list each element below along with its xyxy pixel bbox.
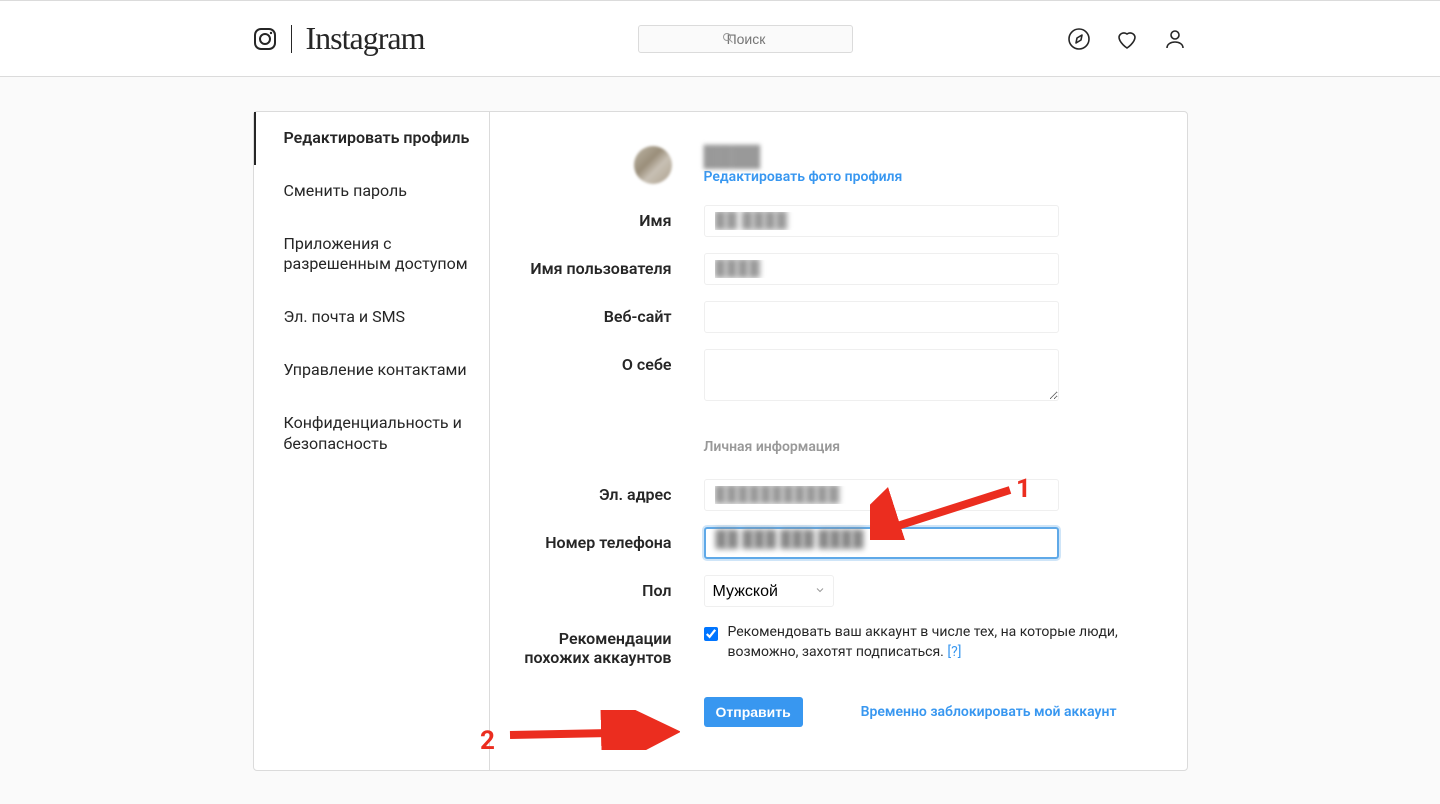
website-input[interactable] [704, 301, 1059, 333]
annotation-number-2: 2 [480, 726, 495, 756]
annotation-number-1: 1 [1016, 474, 1031, 504]
settings-content: ████ Редактировать фото профиля Имя Имя … [490, 112, 1187, 770]
brand[interactable]: Instagram [253, 20, 425, 57]
label-bio: О себе [510, 349, 704, 405]
recommend-help-link[interactable]: [?] [947, 644, 961, 660]
sidebar-item-authorized-apps[interactable]: Приложения с разрешенным доступом [254, 218, 489, 292]
search [638, 25, 853, 53]
submit-button[interactable]: Отправить [704, 697, 803, 727]
profile-icon[interactable] [1163, 27, 1187, 51]
brand-divider [291, 25, 292, 53]
username-input[interactable] [704, 253, 1059, 285]
username-display: ████ [704, 144, 903, 169]
label-gender: Пол [510, 575, 704, 607]
sidebar-item-manage-contacts[interactable]: Управление контактами [254, 344, 489, 397]
phone-input[interactable]: ██ ███ ███ ████ [704, 527, 1059, 559]
sidebar-item-edit-profile[interactable]: Редактировать профиль [254, 112, 489, 165]
instagram-wordmark: Instagram [306, 20, 425, 57]
settings-card: Редактировать профиль Сменить пароль При… [253, 111, 1188, 771]
avatar[interactable] [634, 146, 672, 184]
section-personal-info: Личная информация [704, 439, 1167, 455]
explore-icon[interactable] [1067, 27, 1091, 51]
search-input[interactable] [638, 25, 853, 53]
email-input[interactable] [704, 479, 1059, 511]
gender-select[interactable]: Мужской [704, 575, 834, 607]
instagram-glyph-icon [253, 27, 277, 51]
disable-account-link[interactable]: Временно заблокировать мой аккаунт [861, 704, 1117, 720]
change-photo-link[interactable]: Редактировать фото профиля [704, 169, 903, 185]
recommend-checkbox[interactable] [704, 627, 718, 641]
label-website: Веб-сайт [510, 301, 704, 333]
sidebar-item-change-password[interactable]: Сменить пароль [254, 165, 489, 218]
activity-heart-icon[interactable] [1115, 27, 1139, 51]
settings-sidebar: Редактировать профиль Сменить пароль При… [254, 112, 490, 770]
top-nav: Instagram [0, 0, 1440, 77]
name-input[interactable] [704, 205, 1059, 237]
sidebar-item-email-sms[interactable]: Эл. почта и SMS [254, 291, 489, 344]
label-username: Имя пользователя [510, 253, 704, 285]
bio-textarea[interactable] [704, 349, 1059, 401]
recommend-text: Рекомендовать ваш аккаунт в числе тех, н… [728, 623, 1148, 662]
label-recommend: Рекомендации похожих аккаунтов [510, 623, 704, 667]
label-name: Имя [510, 205, 704, 237]
label-email: Эл. адрес [510, 479, 704, 511]
sidebar-item-privacy-security[interactable]: Конфиденциальность и безопасность [254, 397, 489, 471]
label-phone: Номер телефона [510, 527, 704, 559]
avatar-row: ████ Редактировать фото профиля [510, 144, 1167, 185]
